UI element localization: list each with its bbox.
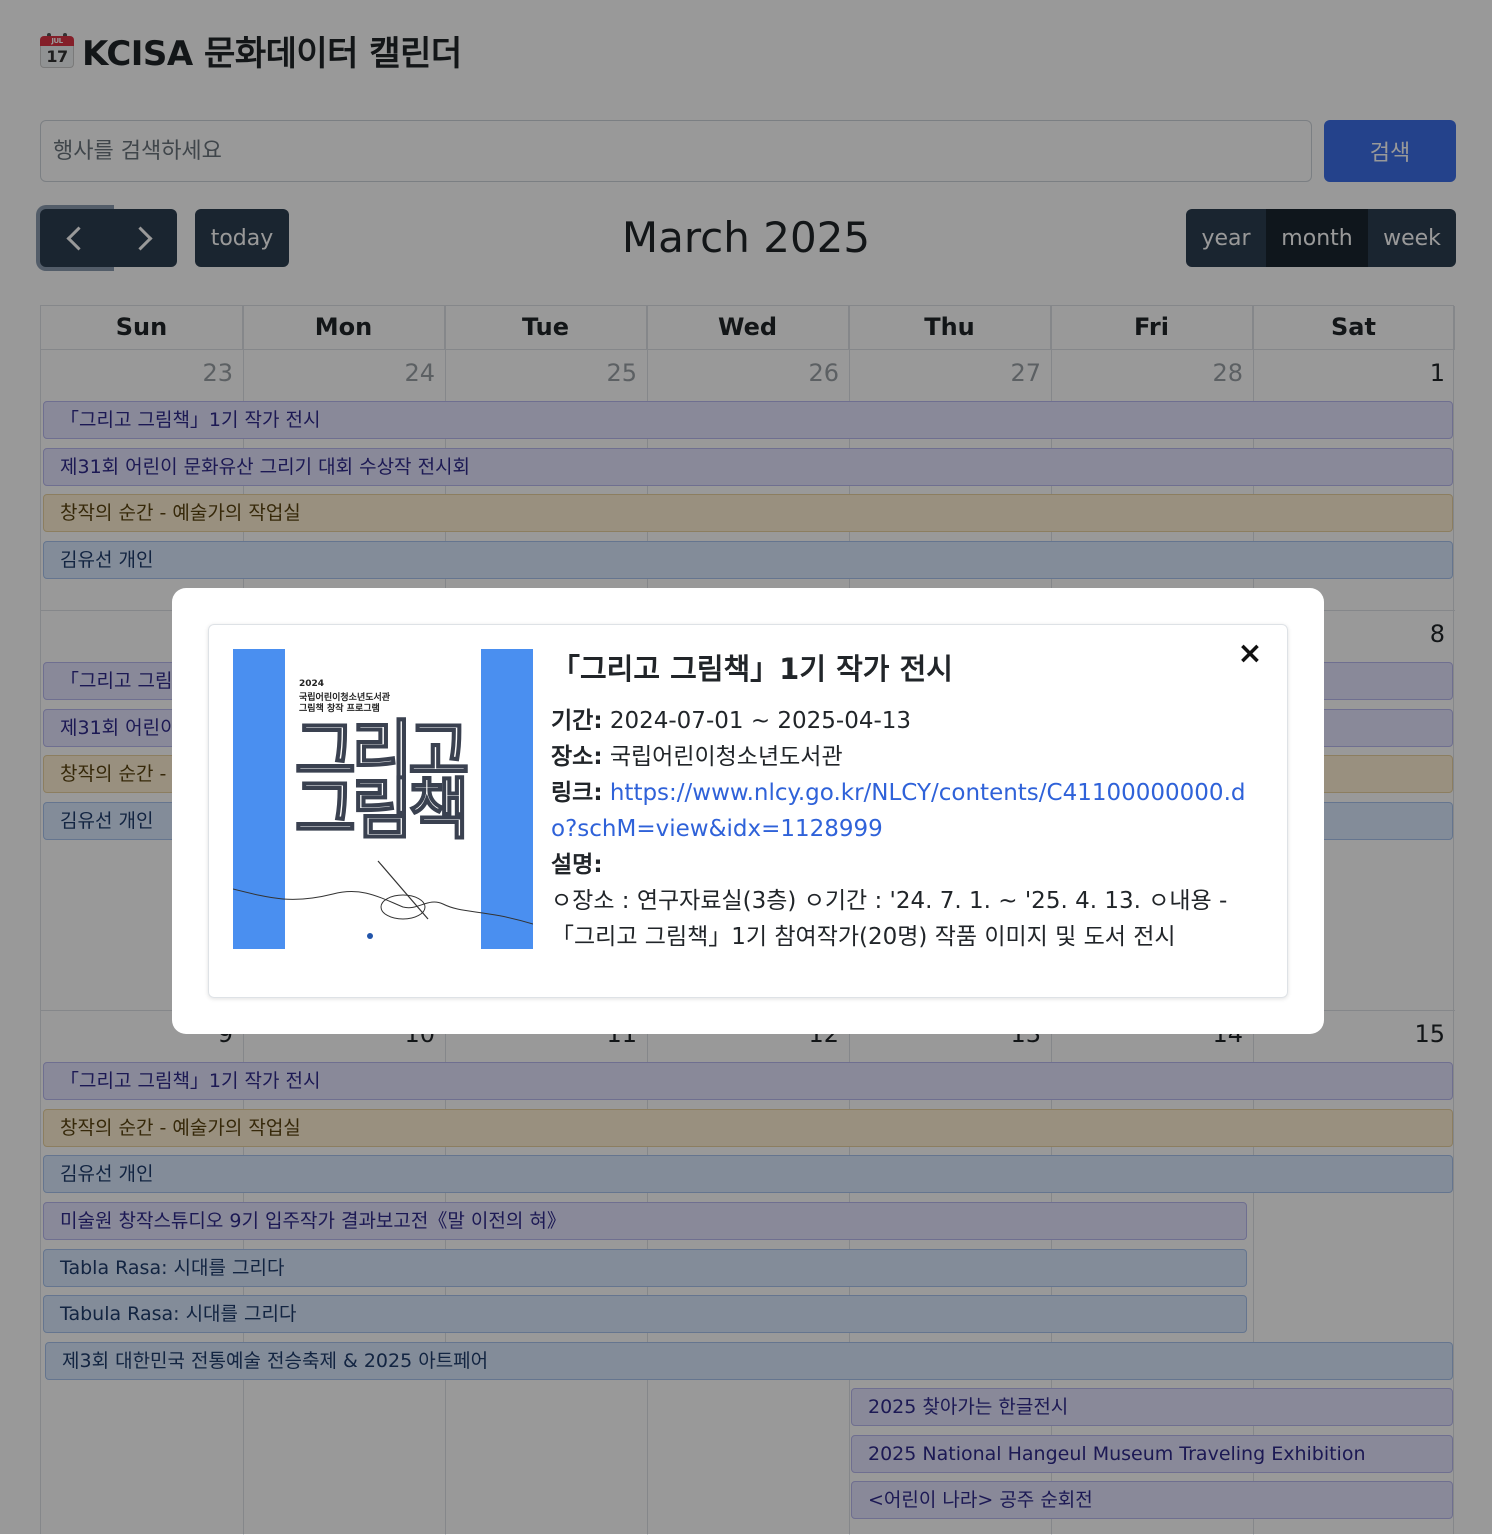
pen-drawing-icon — [233, 860, 533, 939]
period-label: 기간: — [551, 708, 603, 734]
modal-title: 「그리고 그림책」1기 작가 전시 — [551, 652, 953, 686]
description-label: 설명: — [551, 852, 603, 878]
link-row: 링크: https://www.nlcy.go.kr/NLCY/contents… — [551, 775, 1271, 847]
period-row: 기간: 2024-07-01 ~ 2025-04-13 — [551, 703, 1271, 739]
event-link[interactable]: https://www.nlcy.go.kr/NLCY/contents/C41… — [551, 780, 1245, 842]
place-label: 장소: — [551, 744, 603, 770]
link-label: 링크: — [551, 780, 603, 806]
close-icon[interactable]: × — [1235, 639, 1265, 669]
place-value: 국립어린이청소년도서관 — [609, 744, 843, 770]
description-text: ㅇ장소 : 연구자료실(3층) ㅇ기간 : '24. 7. 1. ~ '25. … — [551, 888, 1228, 950]
place-row: 장소: 국립어린이청소년도서관 — [551, 739, 1271, 775]
event-poster-image: 2024 국립어린이청소년도서관 그림책 창작 프로그램 그리고 그림책 — [233, 649, 533, 949]
period-value: 2024-07-01 ~ 2025-04-13 — [609, 708, 912, 734]
event-card: 2024 국립어린이청소년도서관 그림책 창작 프로그램 그리고 그림책 × 「… — [208, 624, 1288, 998]
event-details: 기간: 2024-07-01 ~ 2025-04-13 장소: 국립어린이청소년… — [551, 703, 1271, 955]
event-modal: 2024 국립어린이청소년도서관 그림책 창작 프로그램 그리고 그림책 × 「… — [172, 588, 1324, 1034]
